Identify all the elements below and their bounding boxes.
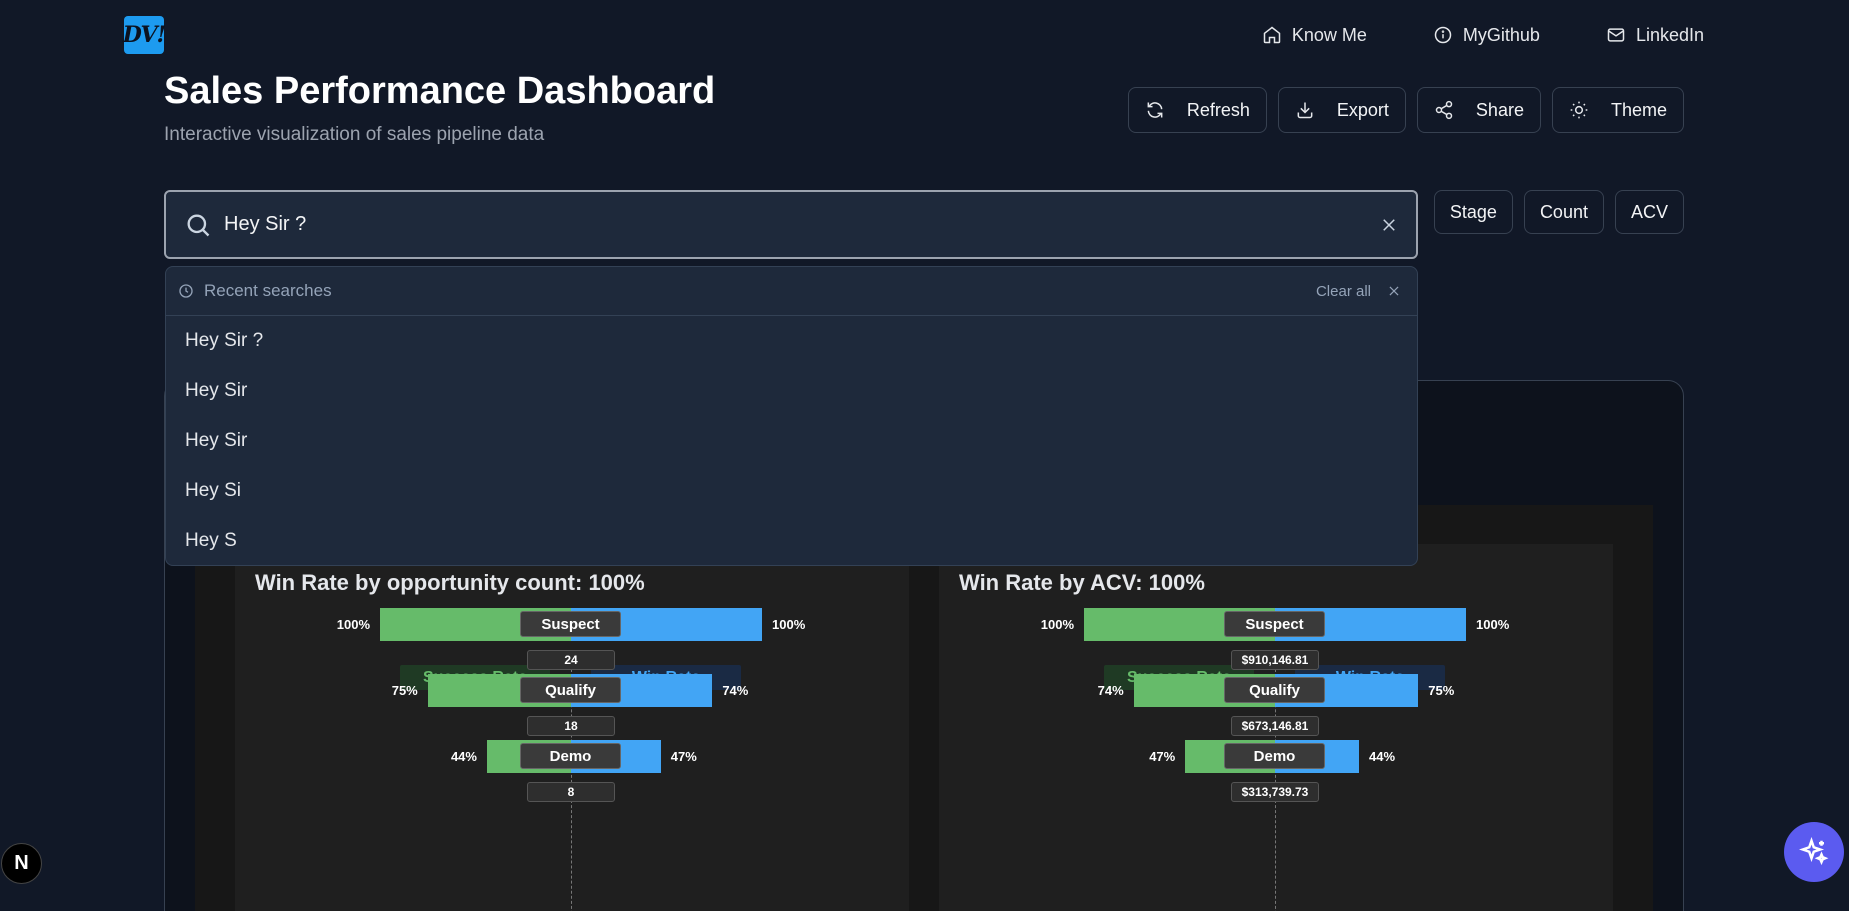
search-icon [187, 214, 210, 236]
win-rate-label: 75% [1428, 683, 1455, 698]
share-label: Share [1475, 99, 1524, 120]
success-rate-label: 100% [336, 617, 370, 632]
export-button[interactable]: Export [1277, 87, 1406, 133]
stage-value-label: 8 [527, 782, 615, 802]
sun-icon [1570, 101, 1588, 119]
info-icon [1434, 26, 1452, 44]
recent-search-item[interactable]: Hey Si [166, 466, 1417, 516]
chart-panel-acv: Win Rate by ACV: 100% Success Rate Win R… [939, 544, 1613, 911]
nav-know-me[interactable]: Know Me [1262, 22, 1367, 48]
stage-label: Suspect [520, 611, 621, 637]
stage-label: Qualify [1224, 677, 1325, 703]
recent-searches-header: Recent searches Clear all [166, 267, 1417, 316]
stage-label: Qualify [520, 677, 621, 703]
nav-github-label: MyGithub [1462, 24, 1540, 45]
refresh-icon [1147, 102, 1163, 118]
recent-searches-title: Recent searches [204, 281, 332, 300]
action-toolbar: Refresh Export Share Theme [1127, 87, 1684, 133]
success-rate-label: 44% [450, 749, 477, 764]
share-icon [1435, 100, 1453, 120]
clear-search-icon[interactable] [1380, 216, 1398, 234]
win-rate-label: 100% [772, 617, 806, 632]
stage-label: Demo [520, 743, 621, 769]
nav-linkedin[interactable]: LinkedIn [1606, 22, 1704, 48]
stage-value-label: $313,739.73 [1231, 782, 1319, 802]
search-input[interactable] [224, 213, 1380, 236]
sort-group: Stage Count ACV [1433, 190, 1684, 234]
recent-search-item[interactable]: Hey Sir [166, 366, 1417, 416]
download-icon [1297, 102, 1313, 119]
nav-linkedin-label: LinkedIn [1635, 24, 1704, 45]
chart-panel-count: Win Rate by opportunity count: 100% Succ… [235, 544, 909, 911]
stage-value-label: $673,146.81 [1231, 716, 1319, 736]
logo[interactable]: DV! [123, 16, 166, 54]
sort-count-button[interactable]: Count [1523, 190, 1604, 234]
recent-search-item[interactable]: Hey S [166, 516, 1417, 565]
top-nav: Know Me MyGithub LinkedIn [1196, 22, 1704, 48]
win-rate-label: 44% [1369, 749, 1396, 764]
win-rate-label: 74% [722, 683, 749, 698]
ai-assistant-button[interactable] [1784, 822, 1844, 882]
sparkles-icon [1799, 837, 1829, 866]
recent-search-item[interactable]: Hey Sir [166, 416, 1417, 466]
chart-title: Win Rate by opportunity count: 100% [255, 570, 645, 595]
success-rate-label: 74% [1097, 683, 1124, 698]
share-button[interactable]: Share [1416, 87, 1541, 133]
page-subtitle: Interactive visualization of sales pipel… [164, 124, 545, 145]
close-icon[interactable] [1387, 284, 1401, 298]
success-rate-label: 75% [391, 683, 418, 698]
export-label: Export [1336, 99, 1389, 120]
success-rate-label: 47% [1149, 749, 1176, 764]
next-dev-badge[interactable]: N [1, 843, 42, 884]
chart-title: Win Rate by ACV: 100% [959, 570, 1205, 595]
mail-icon [1607, 28, 1625, 42]
theme-label: Theme [1610, 99, 1667, 120]
win-rate-label: 47% [670, 749, 697, 764]
recent-search-item[interactable]: Hey Sir ? [166, 316, 1417, 366]
theme-button[interactable]: Theme [1551, 87, 1684, 133]
refresh-button[interactable]: Refresh [1127, 87, 1267, 133]
stage-value-label: 24 [527, 650, 615, 670]
refresh-label: Refresh [1186, 99, 1250, 120]
clear-all-button[interactable]: Clear all [1316, 283, 1371, 300]
sort-acv-button[interactable]: ACV [1614, 190, 1684, 234]
search-box [164, 190, 1418, 259]
stage-value-label: $910,146.81 [1231, 650, 1319, 670]
success-rate-label: 100% [1040, 617, 1074, 632]
sort-stage-button[interactable]: Stage [1433, 190, 1513, 234]
page-title: Sales Performance Dashboard [164, 70, 716, 112]
clock-icon [179, 284, 193, 298]
nav-github[interactable]: MyGithub [1433, 22, 1540, 48]
stage-label: Demo [1224, 743, 1325, 769]
win-rate-label: 100% [1476, 617, 1510, 632]
stage-label: Suspect [1224, 611, 1325, 637]
nav-know-me-label: Know Me [1291, 24, 1367, 45]
recent-searches-dropdown: Recent searches Clear all Hey Sir ? Hey … [165, 266, 1418, 566]
home-icon [1263, 26, 1281, 44]
stage-value-label: 18 [527, 716, 615, 736]
